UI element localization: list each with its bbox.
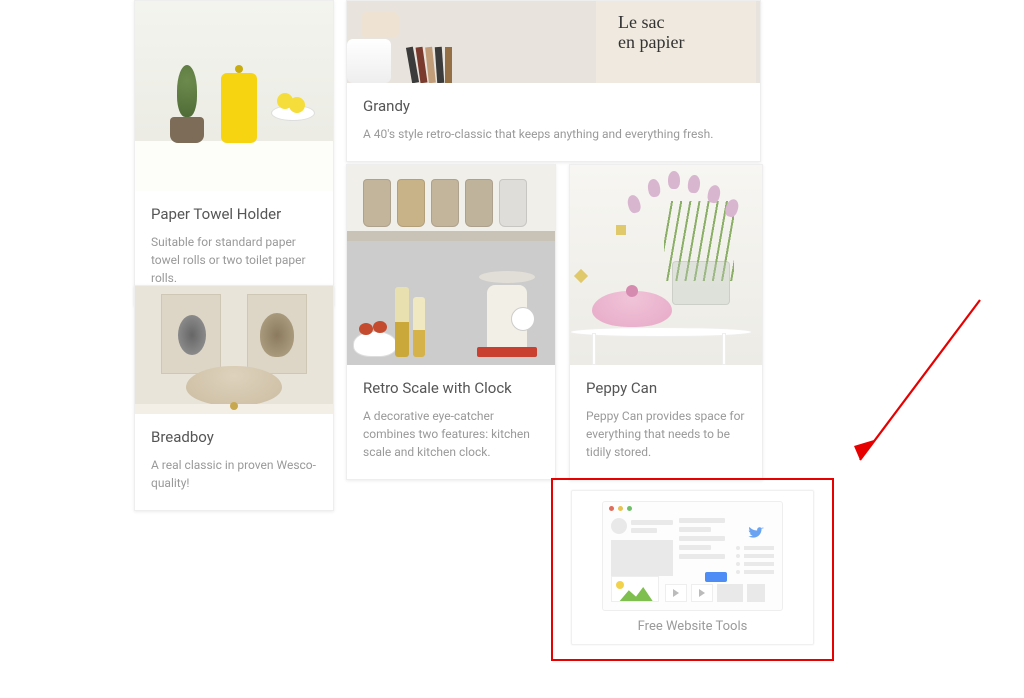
card-title: Grandy bbox=[363, 97, 744, 115]
window-controls-icon bbox=[609, 506, 632, 511]
card-image bbox=[347, 165, 555, 365]
card-description: A real classic in proven Wesco-quality! bbox=[151, 456, 317, 492]
card-breadboy[interactable]: Breadboy A real classic in proven Wesco-… bbox=[134, 285, 334, 511]
card-image bbox=[570, 165, 762, 365]
ad-illustration bbox=[602, 501, 783, 611]
card-title: Breadboy bbox=[151, 428, 317, 446]
card-paper-towel-holder[interactable]: Paper Towel Holder Suitable for standard… bbox=[134, 0, 334, 306]
card-description: Peppy Can provides space for everything … bbox=[586, 407, 746, 461]
card-image bbox=[347, 1, 760, 83]
card-title: Retro Scale with Clock bbox=[363, 379, 539, 397]
card-image bbox=[135, 286, 333, 414]
play-icon bbox=[691, 584, 713, 602]
card-image bbox=[135, 1, 333, 191]
bird-logo-icon bbox=[746, 524, 766, 542]
paper-bag-icon bbox=[596, 1, 756, 83]
breadboy-icon bbox=[186, 366, 282, 406]
card-grandy[interactable]: Grandy A 40's style retro-classic that k… bbox=[346, 0, 761, 162]
peppy-can-icon bbox=[592, 291, 672, 327]
annotation-arrow-icon bbox=[840, 290, 1000, 480]
card-retro-scale[interactable]: Retro Scale with Clock A decorative eye-… bbox=[346, 164, 556, 480]
annotation-highlight-box: Free Website Tools bbox=[551, 478, 834, 661]
image-placeholder-icon bbox=[611, 576, 659, 602]
ad-free-website-tools[interactable]: Free Website Tools bbox=[571, 490, 814, 645]
card-title: Peppy Can bbox=[586, 379, 746, 397]
card-title: Paper Towel Holder bbox=[151, 205, 317, 223]
card-description: Suitable for standard paper towel rolls … bbox=[151, 233, 317, 287]
ad-label: Free Website Tools bbox=[572, 619, 813, 634]
card-description: A 40's style retro-classic that keeps an… bbox=[363, 125, 744, 143]
play-icon bbox=[665, 584, 687, 602]
card-description: A decorative eye-catcher combines two fe… bbox=[363, 407, 539, 461]
card-peppy-can[interactable]: Peppy Can Peppy Can provides space for e… bbox=[569, 164, 763, 480]
scale-icon bbox=[471, 271, 543, 357]
